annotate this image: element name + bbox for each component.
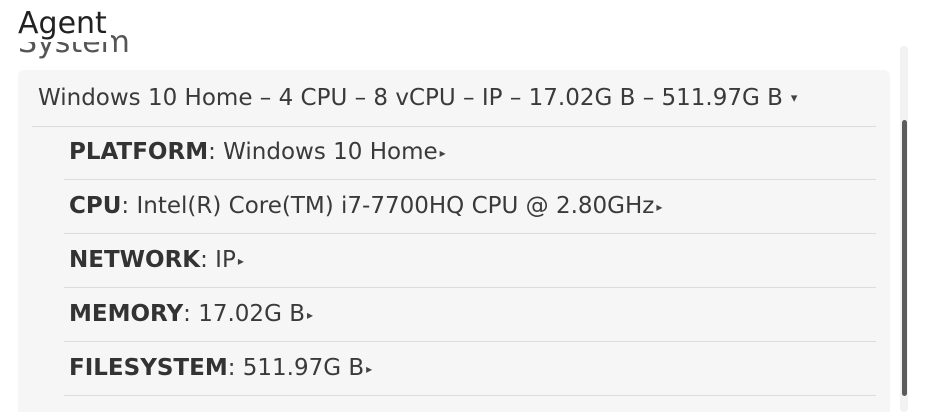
detail-label: MEMORY: [69, 301, 184, 327]
detail-memory: MEMORY: 17.02G B ▸: [69, 300, 313, 331]
detail-separator: :: [200, 247, 208, 273]
detail-row-platform[interactable]: PLATFORM: Windows 10 Home ▸: [64, 126, 876, 180]
caret-down-icon: ▾: [790, 91, 798, 106]
detail-value: IP: [215, 247, 236, 273]
caret-right-icon: ▸: [306, 308, 314, 322]
detail-value: Intel(R) Core(TM) i7-7700HQ CPU @ 2.80GH…: [136, 193, 655, 219]
detail-value: 17.02G B: [198, 301, 305, 327]
caret-right-icon: ▸: [237, 254, 244, 268]
detail-row-filesystem[interactable]: FILESYSTEM: 511.97G B ▸: [64, 342, 876, 396]
detail-platform: PLATFORM: Windows 10 Home ▸: [69, 138, 446, 169]
caret-right-icon: ▸: [656, 200, 663, 214]
caret-right-icon: ▸: [439, 146, 446, 160]
detail-value: 511.97G B: [242, 355, 365, 381]
system-summary-toggle[interactable]: Windows 10 Home – 4 CPU – 8 vCPU – IP – …: [32, 70, 876, 127]
detail-filesystem: FILESYSTEM: 511.97G B ▸: [69, 354, 372, 385]
page-title: Agent: [18, 6, 111, 42]
detail-separator: :: [227, 355, 236, 381]
detail-separator: :: [208, 139, 216, 165]
detail-separator: :: [121, 193, 130, 219]
detail-value: Windows 10 Home: [223, 139, 438, 165]
detail-label: FILESYSTEM: [69, 355, 228, 381]
system-panel: Windows 10 Home – 4 CPU – 8 vCPU – IP – …: [18, 70, 890, 412]
scrollbar-thumb[interactable]: [902, 120, 907, 396]
system-summary-text: Windows 10 Home – 4 CPU – 8 vCPU – IP – …: [38, 85, 783, 111]
detail-network: NETWORK: IP ▸: [69, 246, 244, 277]
detail-label: CPU: [69, 193, 122, 219]
detail-label: NETWORK: [69, 247, 201, 273]
caret-right-icon: ▸: [366, 362, 373, 376]
detail-cpu: CPU: Intel(R) Core(TM) i7-7700HQ CPU @ 2…: [69, 192, 662, 223]
detail-label: PLATFORM: [69, 139, 209, 165]
detail-row-cpu[interactable]: CPU: Intel(R) Core(TM) i7-7700HQ CPU @ 2…: [64, 180, 876, 234]
detail-row-network[interactable]: NETWORK: IP ▸: [64, 234, 876, 288]
agent-page: Agent System Windows 10 Home – 4 CPU – 8…: [0, 0, 952, 412]
detail-separator: :: [183, 301, 191, 327]
detail-row-memory[interactable]: MEMORY: 17.02G B ▸: [64, 288, 876, 342]
system-summary: Windows 10 Home – 4 CPU – 8 vCPU – IP – …: [38, 84, 797, 116]
